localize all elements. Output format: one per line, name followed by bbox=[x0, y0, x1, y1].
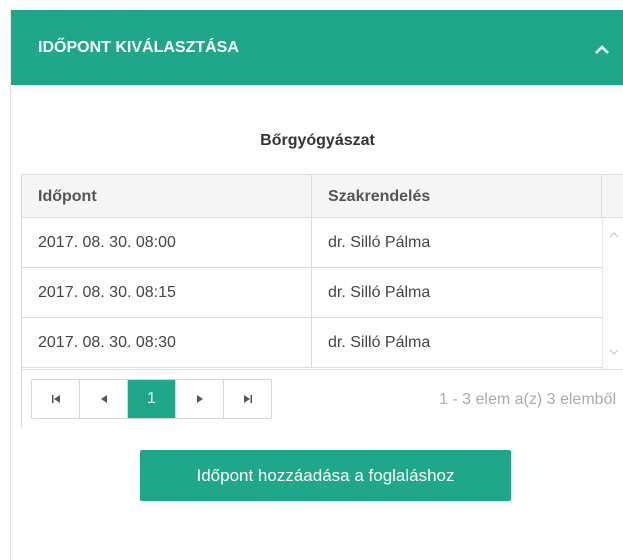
page-button-current[interactable]: 1 bbox=[128, 380, 176, 418]
previous-page-icon bbox=[100, 395, 107, 403]
previous-page-button[interactable] bbox=[80, 380, 128, 418]
pager: 1 1 - 3 elem a(z) 3 elemből bbox=[22, 369, 623, 429]
next-page-button[interactable] bbox=[176, 380, 224, 418]
grid-header: Időpont Szakrendelés bbox=[22, 175, 623, 218]
first-page-icon bbox=[51, 395, 60, 403]
scroll-up-icon[interactable] bbox=[608, 230, 620, 240]
cell-time: 2017. 08. 30. 08:00 bbox=[22, 218, 312, 268]
cell-doctor: dr. Silló Pálma bbox=[328, 334, 431, 351]
panel-title: IDŐPONT KIVÁLASZTÁSA bbox=[38, 39, 239, 56]
scroll-down-icon[interactable] bbox=[608, 347, 620, 357]
first-page-button[interactable] bbox=[32, 380, 80, 418]
pager-info: 1 - 3 elem a(z) 3 elemből bbox=[439, 391, 616, 408]
column-header-time[interactable]: Időpont bbox=[22, 175, 312, 217]
table-row[interactable]: 2017. 08. 30. 08:30 dr. Silló Pálma bbox=[22, 318, 602, 368]
add-appointment-button[interactable]: Időpont hozzáadása a foglaláshoz bbox=[140, 450, 511, 501]
grid-body: 2017. 08. 30. 08:00 dr. Silló Pálma 2017… bbox=[22, 218, 602, 369]
last-page-icon bbox=[244, 395, 252, 403]
appointment-grid: Időpont Szakrendelés 2017. 08. 30. 08:00… bbox=[21, 174, 623, 429]
table-row[interactable]: 2017. 08. 30. 08:00 dr. Silló Pálma bbox=[22, 218, 602, 268]
specialty-title: Bőrgyógyászat bbox=[260, 132, 375, 149]
panel-header[interactable]: IDŐPONT KIVÁLASZTÁSA bbox=[11, 10, 623, 85]
vertical-scrollbar[interactable] bbox=[602, 218, 623, 369]
pager-buttons: 1 bbox=[31, 379, 272, 419]
last-page-button[interactable] bbox=[224, 380, 272, 418]
column-header-clinic[interactable]: Szakrendelés bbox=[312, 175, 602, 217]
cell-time: 2017. 08. 30. 08:15 bbox=[22, 268, 312, 318]
chevron-up-icon[interactable] bbox=[594, 43, 610, 55]
appointment-panel: IDŐPONT KIVÁLASZTÁSA Bőrgyógyászat Időpo… bbox=[10, 10, 623, 560]
cell-doctor: dr. Silló Pálma bbox=[328, 234, 431, 251]
cell-time: 2017. 08. 30. 08:30 bbox=[22, 318, 312, 368]
cell-doctor: dr. Silló Pálma bbox=[328, 284, 431, 301]
next-page-icon bbox=[196, 395, 203, 403]
table-row[interactable]: 2017. 08. 30. 08:15 dr. Silló Pálma bbox=[22, 268, 602, 318]
